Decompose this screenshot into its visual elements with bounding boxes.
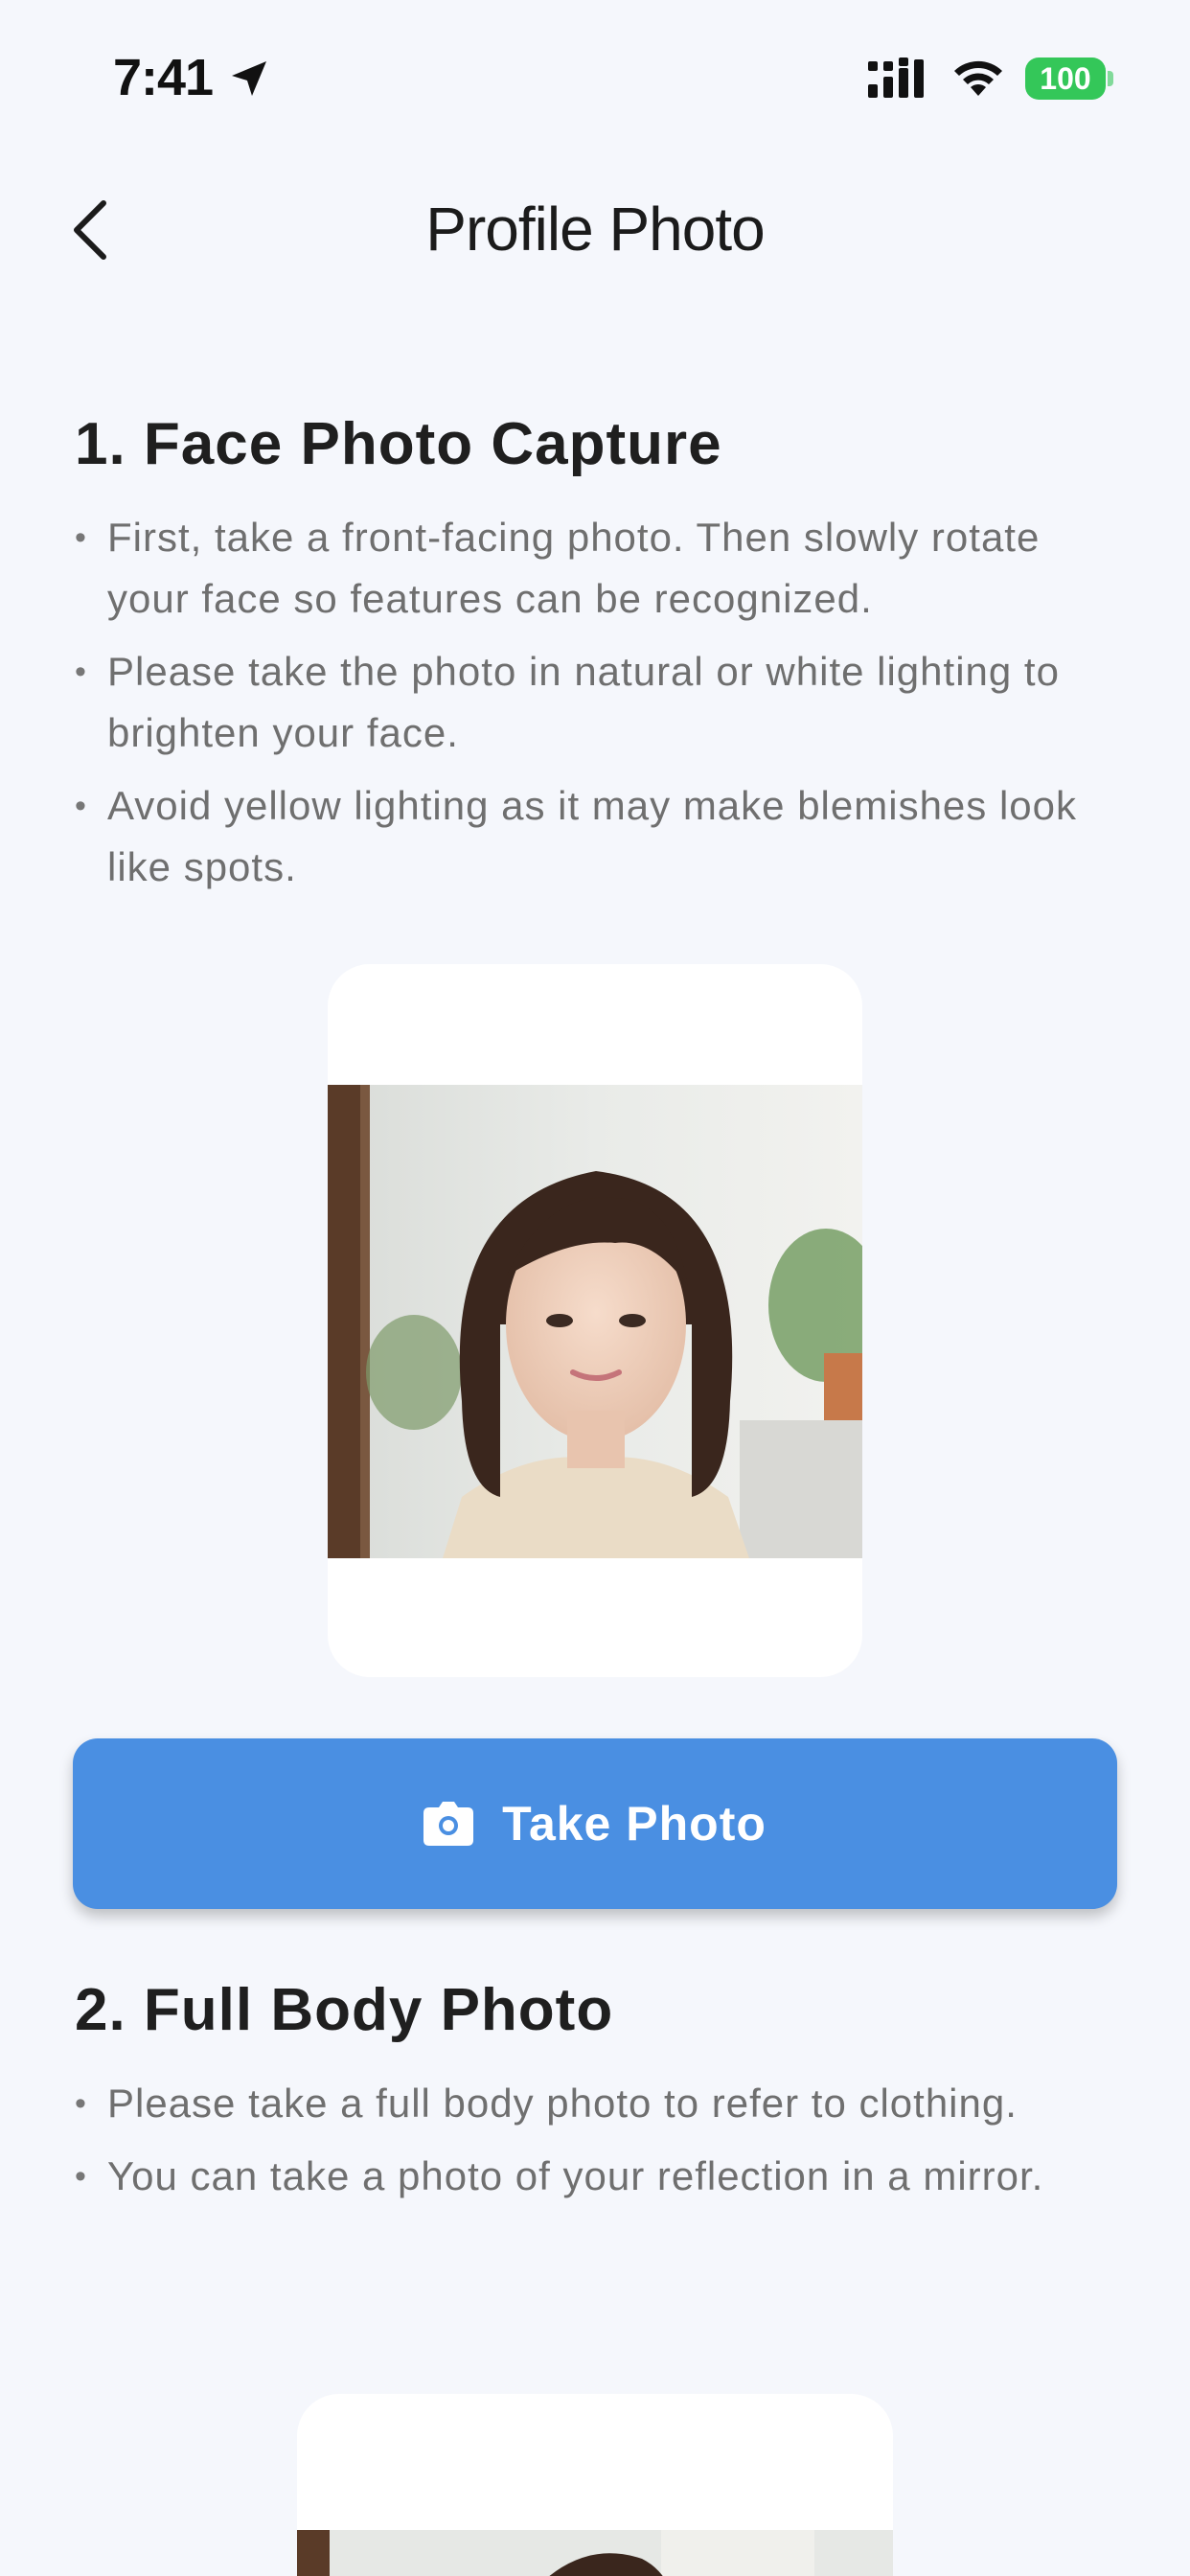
take-photo-label: Take Photo [502, 1797, 767, 1851]
instruction-item: Please take the photo in natural or whit… [75, 641, 1115, 764]
full-body-section: 2. Full Body Photo Please take a full bo… [75, 1976, 1115, 2219]
page-title: Profile Photo [425, 195, 765, 264]
take-photo-button[interactable]: Take Photo [73, 1738, 1117, 1909]
battery-icon: 100 [1025, 58, 1106, 100]
full-body-photo [297, 2530, 893, 2576]
instruction-item: Please take a full body photo to refer t… [75, 2073, 1115, 2134]
wifi-icon [954, 60, 1002, 96]
camera-icon [423, 1802, 474, 1846]
battery-cap [1108, 71, 1113, 86]
face-instructions: First, take a front-facing photo. Then s… [75, 507, 1115, 898]
status-time: 7:41 [113, 49, 214, 106]
instruction-item: First, take a front-facing photo. Then s… [75, 507, 1115, 630]
section-title-face: 1. Face Photo Capture [75, 411, 722, 477]
face-photo [328, 1085, 862, 1558]
status-bar: 7:41 100 [0, 0, 1190, 158]
body-instructions: Please take a full body photo to refer t… [75, 2073, 1115, 2207]
full-body-photo-image [297, 2530, 893, 2576]
full-body-photo-card [297, 2394, 893, 2576]
section-title-body: 2. Full Body Photo [75, 1977, 614, 2043]
face-photo-image [328, 1085, 862, 1558]
instruction-item: You can take a photo of your reflection … [75, 2146, 1115, 2207]
instruction-item: Avoid yellow lighting as it may make ble… [75, 775, 1115, 898]
cellular-signal-icon [868, 58, 924, 98]
battery-level: 100 [1040, 60, 1091, 96]
location-arrow-icon [232, 61, 266, 96]
face-photo-section: 1. Face Photo Capture First, take a fron… [75, 410, 1115, 909]
screen: 7:41 100 Profile Photo 1. Face Photo Cap… [0, 0, 1190, 2576]
nav-bar: Profile Photo [0, 163, 1190, 297]
face-photo-card [328, 964, 862, 1677]
